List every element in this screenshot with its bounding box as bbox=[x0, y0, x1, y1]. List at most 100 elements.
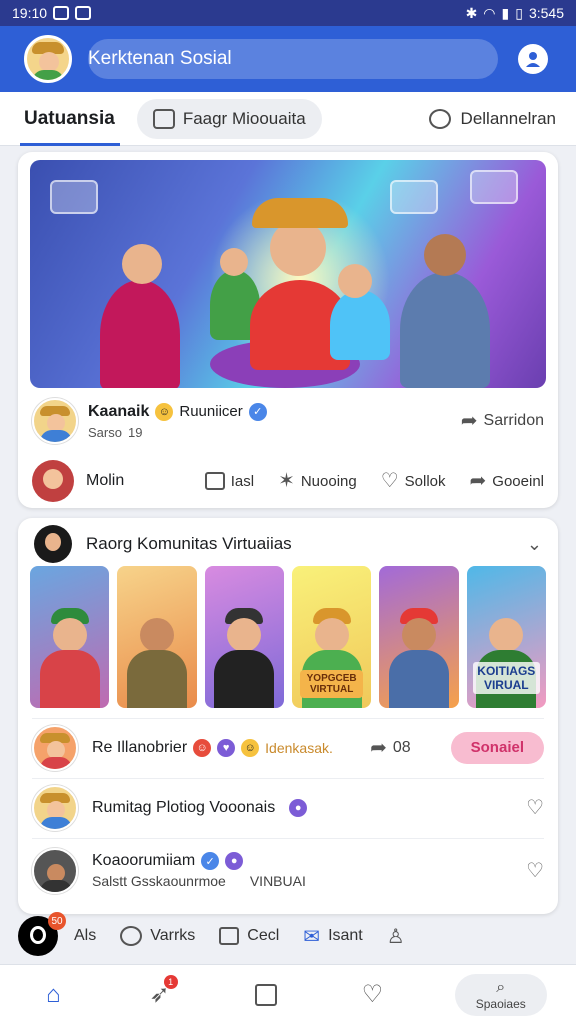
list-item[interactable]: Koaoorumiiam ✓ ● Salstt Gsskaounrmoe VIN… bbox=[32, 838, 544, 902]
community-title: Raorg Komunitas Virtuaiias bbox=[86, 534, 292, 553]
story-thumb[interactable] bbox=[204, 566, 284, 708]
nav-badge: 1 bbox=[163, 974, 178, 989]
status-time: 19:10 bbox=[12, 5, 48, 21]
nav-search[interactable]: ⌕ Spaoiaes bbox=[454, 973, 547, 1016]
battery-icon: ▯ bbox=[515, 4, 523, 21]
share-icon: ➦ bbox=[370, 736, 387, 759]
story-thumb[interactable]: YOPGCEB VIRTUAL bbox=[291, 566, 372, 708]
wifi-icon: ◠ bbox=[483, 4, 496, 21]
nav-home[interactable]: ⌂ bbox=[29, 975, 77, 1015]
user-avatar[interactable] bbox=[24, 35, 72, 83]
list-item[interactable]: Re Illanobrier ☺ ♥ ☺ Idenkasak. ➦ 08 Son… bbox=[32, 718, 544, 776]
bottom-strip: 50 Als Varrks Cecl ✉ Isant ♙ bbox=[18, 912, 558, 960]
tab-active[interactable]: Uatuansia bbox=[20, 92, 120, 146]
community-header: Raorg Komunitas Virtuaiias ⌄ bbox=[34, 524, 542, 564]
status-right-time: 3:545 bbox=[528, 5, 564, 21]
list-avatar bbox=[32, 847, 78, 894]
commenter-avatar[interactable] bbox=[32, 460, 74, 502]
tab-right[interactable]: Dellannelran bbox=[428, 108, 556, 129]
strip-item-works[interactable]: Varrks bbox=[120, 926, 195, 946]
bottom-nav: ⌂ ➶ 1 ♡ ⌕ Spaoiaes bbox=[0, 964, 576, 1024]
post-author-row: Kaanaik ☺ Ruuniicer ✓ Sarso 19 ➦ Sarrido… bbox=[32, 398, 544, 444]
tab-right-label: Dellannelran bbox=[460, 108, 556, 128]
profile-button[interactable] bbox=[518, 44, 548, 74]
story-thumb[interactable] bbox=[117, 566, 197, 708]
list-item-name: Rumitag Plotiog Vooonais bbox=[92, 798, 276, 816]
strip-item-isant[interactable]: ✉ Isant bbox=[303, 924, 362, 949]
list-item-sub-right: VINBUAI bbox=[249, 873, 306, 889]
black-avatar[interactable]: 50 bbox=[18, 912, 66, 956]
forward-label: Gooeinl bbox=[492, 472, 544, 490]
message-icon bbox=[152, 108, 175, 129]
story-thumb[interactable]: KOITIAGS VIRUAL bbox=[466, 566, 546, 708]
heart-icon: ♡ bbox=[361, 981, 384, 1008]
list-text: Rumitag Plotiog Vooonais ● bbox=[92, 798, 308, 817]
list-item-name: Koaoorumiiam bbox=[92, 852, 196, 869]
list-avatar bbox=[32, 784, 78, 831]
nav-notifications[interactable]: ➶ 1 bbox=[136, 974, 184, 1015]
app-title: Kerktenan Sosial bbox=[88, 48, 232, 69]
heart-icon[interactable]: ♡ bbox=[526, 858, 544, 883]
post-author-name[interactable]: Kaanaik bbox=[88, 403, 149, 421]
chat-icon bbox=[120, 926, 143, 946]
tab-pill[interactable]: Faagr Mioouaita bbox=[136, 98, 322, 139]
story-thumbnails: YOPGCEB VIRTUAL KOITIAGS VIRUAL bbox=[30, 566, 546, 708]
strip-label: Isant bbox=[328, 927, 363, 944]
home-icon: ⌂ bbox=[45, 980, 61, 1008]
search-icon: ⌕ bbox=[496, 978, 506, 996]
react-label: Nuooing bbox=[300, 472, 357, 490]
story-thumb[interactable] bbox=[30, 566, 110, 708]
page-icon bbox=[254, 983, 277, 1006]
sparkle-icon: ✶ bbox=[278, 470, 295, 492]
nav-search-label: Spaoiaes bbox=[475, 996, 526, 1011]
react-button[interactable]: ✶ Nuooing bbox=[278, 471, 357, 491]
strip-item-all[interactable]: Als bbox=[74, 927, 96, 945]
person-icon bbox=[526, 52, 540, 67]
comment-icon bbox=[204, 472, 225, 490]
post-meta: Sarso bbox=[88, 424, 122, 440]
share-button[interactable]: ➦ Sarridon bbox=[461, 411, 544, 431]
notification-badge: 50 bbox=[48, 912, 66, 930]
signal-icon: ▮ bbox=[501, 4, 510, 21]
profile-icon[interactable]: ♙ bbox=[387, 924, 405, 949]
verified-icon: ✓ bbox=[248, 402, 267, 421]
app-header: Kerktenan Sosial bbox=[0, 26, 576, 92]
community-avatar[interactable] bbox=[34, 525, 72, 563]
forward-button[interactable]: ➦ Gooeinl bbox=[470, 471, 544, 491]
list-text: Re Illanobrier ☺ ♥ ☺ Idenkasak. bbox=[92, 738, 333, 757]
status-bar: 19:10 ✱ ◠ ▮ ▯ 3:545 bbox=[0, 0, 576, 26]
heart-icon[interactable]: ♡ bbox=[526, 795, 544, 820]
post-author-extra: Ruuniicer bbox=[179, 403, 243, 420]
nav-favorites[interactable]: ♡ bbox=[348, 975, 396, 1015]
emoji-icon: ☺ bbox=[241, 738, 260, 757]
comment-label: Iasl bbox=[230, 472, 255, 490]
nav-pages[interactable] bbox=[242, 975, 290, 1015]
verified-icon: ✓ bbox=[201, 852, 220, 870]
list-text: Koaoorumiiam ✓ ● Salstt Gsskaounrmoe VIN… bbox=[92, 852, 306, 889]
post-card: Kaanaik ☺ Ruuniicer ✓ Sarso 19 ➦ Sarrido… bbox=[18, 152, 558, 508]
list-avatar bbox=[32, 724, 78, 771]
like-label: Sollok bbox=[404, 472, 446, 490]
app-icon bbox=[75, 6, 92, 20]
like-button[interactable]: ♡ Sollok bbox=[381, 471, 446, 491]
strip-item-cecl[interactable]: Cecl bbox=[219, 927, 279, 945]
author-avatar[interactable] bbox=[32, 398, 78, 444]
tab-bar: Uatuansia Faagr Mioouaita Dellannelran bbox=[0, 92, 576, 146]
mail-icon: ✉ bbox=[303, 925, 321, 948]
story-thumb[interactable] bbox=[379, 566, 459, 708]
heart-icon: ♡ bbox=[380, 470, 399, 492]
strip-label: Varrks bbox=[150, 927, 196, 944]
list-item[interactable]: Rumitag Plotiog Vooonais ● ♡ bbox=[32, 778, 544, 836]
share-label: Sarridon bbox=[483, 412, 544, 429]
search-input[interactable]: Kerktenan Sosial bbox=[88, 39, 498, 79]
story-label: YOPGCEB VIRTUAL bbox=[299, 670, 364, 698]
card-icon bbox=[219, 927, 240, 945]
bluetooth-icon: ✱ bbox=[465, 4, 478, 21]
comment-button[interactable]: Iasl bbox=[204, 471, 255, 491]
list-item-tag: Idenkasak. bbox=[265, 739, 333, 756]
join-button[interactable]: Sonaiel bbox=[450, 731, 544, 764]
post-image[interactable] bbox=[30, 160, 546, 388]
emoji-icon: ☺ bbox=[155, 402, 174, 421]
share-count[interactable]: ➦ 08 bbox=[370, 738, 411, 758]
chevron-down-icon[interactable]: ⌄ bbox=[527, 534, 542, 555]
